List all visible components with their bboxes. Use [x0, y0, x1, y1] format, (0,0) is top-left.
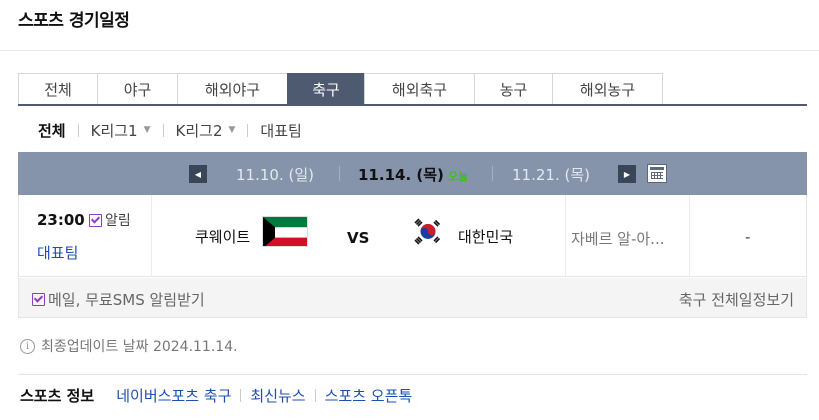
tab-soccer[interactable]: 축구 [287, 73, 365, 104]
caret-down-icon: ▼ [143, 125, 151, 135]
sport-tabs: 전체 야구 해외야구 축구 해외축구 농구 해외농구 [18, 73, 807, 106]
tab-overseas-baseball[interactable]: 해외야구 [177, 73, 288, 104]
match-category-link[interactable]: 대표팀 [37, 242, 78, 263]
notice-bar: 메일, 무료SMS 알림받기 축구 전체일정보기 [18, 278, 807, 318]
stadium-name: 자베르 알-아... [571, 230, 665, 248]
match-row: 23:00 알림 대표팀 쿠웨이트 VS 대한민국 자베르 알-아... - [18, 195, 807, 277]
date-divider [492, 166, 493, 181]
match-time-cell: 23:00 알림 대표팀 [19, 195, 152, 277]
home-team-name: 쿠웨이트 [195, 228, 251, 246]
korea-flag-icon [412, 216, 444, 247]
subnav-kleague1-label: K리그1 [90, 121, 138, 140]
sms-alarm-link[interactable]: 메일, 무료SMS 알림받기 [32, 289, 205, 310]
full-schedule-link[interactable]: 축구 전체일정보기 [679, 289, 794, 310]
alarm-toggle[interactable]: 알림 [89, 210, 131, 230]
info-icon: i [20, 338, 35, 354]
tab-all[interactable]: 전체 [18, 73, 98, 104]
page-title: 스포츠 경기일정 [18, 11, 130, 31]
subnav-all[interactable]: 전체 [38, 120, 66, 141]
subnav-kleague2-label: K리그2 [175, 121, 223, 140]
tab-overseas-basketball[interactable]: 해외농구 [552, 73, 663, 104]
subnav-divider [162, 123, 164, 137]
check-icon [32, 293, 45, 306]
bottom-divider [18, 374, 807, 375]
today-badge: 오늘 [447, 170, 469, 183]
triangle-right-icon: ▶ [623, 169, 631, 179]
date-navigation-bar: ◀ 11.10. (일) 11.14. (목) 오늘 11.21. (목) ▶ [18, 152, 807, 195]
away-team-name: 대한민국 [458, 228, 514, 246]
stadium-cell: 자베르 알-아... [565, 195, 690, 277]
versus-label: VS [347, 229, 370, 247]
alarm-label: 알림 [105, 213, 131, 229]
last-update: i 최종업데이트 날짜 2024.11.14. [20, 336, 238, 356]
tab-overseas-soccer[interactable]: 해외축구 [364, 73, 475, 104]
title-divider [0, 50, 819, 51]
subnav-divider [247, 123, 249, 137]
tab-basketball[interactable]: 농구 [474, 73, 553, 104]
match-result: - [745, 228, 751, 246]
last-update-text: 최종업데이트 날짜 2024.11.14. [41, 339, 238, 355]
link-divider [314, 389, 316, 402]
calendar-icon[interactable] [647, 164, 667, 183]
sports-info-title: 스포츠 정보 [20, 387, 95, 405]
league-subnav: 전체 K리그1 ▼ K리그2 ▼ 대표팀 [38, 119, 302, 141]
date-current[interactable]: 11.14. (목) 오늘 [358, 164, 468, 185]
prev-week-button[interactable]: ◀ [189, 165, 207, 183]
date-divider [339, 166, 340, 181]
tab-baseball[interactable]: 야구 [97, 73, 178, 104]
match-time: 23:00 [37, 211, 85, 229]
date-current-label: 11.14. (목) [358, 166, 444, 184]
subnav-national-team[interactable]: 대표팀 [260, 120, 301, 141]
sms-alarm-label: 메일, 무료SMS 알림받기 [48, 291, 205, 309]
check-icon [89, 213, 102, 227]
sports-info: 스포츠 정보 네이버스포츠 축구 최신뉴스 스포츠 오픈톡 [20, 385, 412, 406]
kuwait-flag-icon [262, 216, 308, 247]
naver-sports-soccer-link[interactable]: 네이버스포츠 축구 [116, 385, 231, 406]
date-prev[interactable]: 11.10. (일) [236, 164, 314, 185]
sports-opentalk-link[interactable]: 스포츠 오픈톡 [325, 385, 413, 406]
date-next[interactable]: 11.21. (목) [512, 164, 590, 185]
subnav-kleague2[interactable]: K리그2 ▼ [176, 120, 236, 141]
subnav-kleague1[interactable]: K리그1 ▼ [91, 120, 151, 141]
next-week-button[interactable]: ▶ [618, 165, 636, 183]
latest-news-link[interactable]: 최신뉴스 [250, 385, 305, 406]
subnav-divider [77, 123, 79, 137]
caret-down-icon: ▼ [228, 125, 236, 135]
triangle-left-icon: ◀ [194, 169, 202, 179]
link-divider [240, 389, 242, 402]
